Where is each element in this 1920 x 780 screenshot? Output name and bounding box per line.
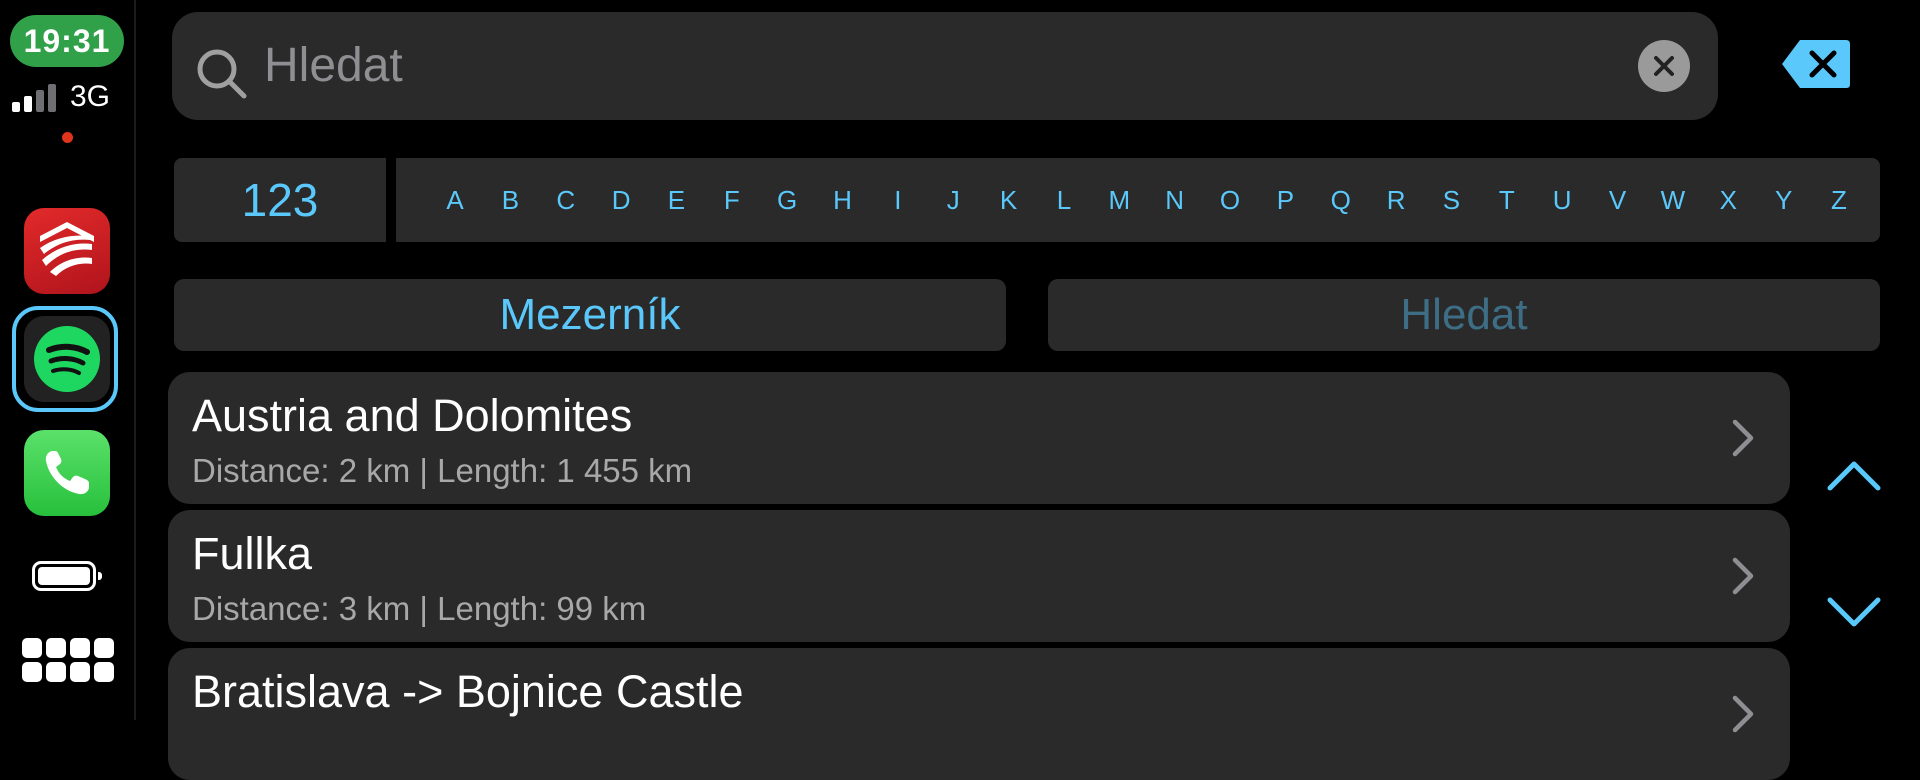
scroll-down-button[interactable] [1826,596,1882,630]
letter-key-v[interactable]: V [1603,185,1633,216]
search-button[interactable]: Hledat [1048,279,1880,351]
letter-key-p[interactable]: P [1270,185,1300,216]
letter-key-o[interactable]: O [1215,185,1245,216]
letter-key-d[interactable]: D [606,185,636,216]
search-input[interactable]: Hledat [264,12,403,120]
letter-key-i[interactable]: I [883,185,913,216]
letter-key-q[interactable]: Q [1326,185,1356,216]
letter-key-h[interactable]: H [828,185,858,216]
result-subtitle: Distance: 3 km | Length: 99 km [192,590,647,627]
result-title: Austria and Dolomites [192,390,633,441]
letter-key-c[interactable]: C [551,185,581,216]
letter-key-w[interactable]: W [1658,185,1688,216]
numbers-key[interactable]: 123 [174,158,386,242]
signal-bar-icon [24,96,32,112]
scroll-up-button[interactable] [1826,458,1882,492]
spotify-icon[interactable] [24,316,110,402]
signal-indicator: 3G [12,76,110,112]
result-title: Fullka [192,528,313,579]
result-subtitle: Distance: 2 km | Length: 1 455 km [192,452,693,489]
network-type: 3G [70,80,111,113]
letter-key-b[interactable]: B [495,185,525,216]
letter-key-e[interactable]: E [661,185,691,216]
status-time: 19:31 [10,15,124,67]
signal-bar-icon [36,90,44,112]
letter-key-j[interactable]: J [938,185,968,216]
letter-key-g[interactable]: G [772,185,802,216]
letter-key-f[interactable]: F [717,185,747,216]
letter-key-a[interactable]: A [440,185,470,216]
search-field[interactable]: Hledat [172,12,1718,120]
letter-key-t[interactable]: T [1492,185,1522,216]
chevron-right-icon [1732,557,1754,595]
phone-icon[interactable] [24,430,110,516]
letter-key-s[interactable]: S [1436,185,1466,216]
letter-key-k[interactable]: K [994,185,1024,216]
red-app-icon[interactable] [24,208,110,294]
letter-keys: A B C D E F G H I J K L M N O P Q R S T … [396,158,1880,242]
space-button[interactable]: Mezerník [174,279,1006,351]
chevron-right-icon [1732,419,1754,457]
signal-bar-icon [48,84,56,112]
letter-key-y[interactable]: Y [1769,185,1799,216]
letter-key-r[interactable]: R [1381,185,1411,216]
close-icon [1654,56,1674,76]
letter-key-n[interactable]: N [1160,185,1190,216]
battery-icon [32,561,102,591]
search-icon [197,49,247,99]
backspace-icon[interactable] [1780,38,1852,90]
result-row[interactable]: Bratislava -> Bojnice Castle [168,648,1790,780]
letter-key-m[interactable]: M [1104,185,1134,216]
carplay-dock: 19:31 3G [0,0,136,720]
clear-search-button[interactable] [1638,40,1690,92]
result-title: Bratislava -> Bojnice Castle [192,666,744,717]
letter-key-l[interactable]: L [1049,185,1079,216]
result-row[interactable]: Fullka Distance: 3 km | Length: 99 km [168,510,1790,642]
signal-bar-icon [12,102,20,112]
result-row[interactable]: Austria and Dolomites Distance: 2 km | L… [168,372,1790,504]
recording-indicator-icon [62,132,73,143]
app-grid-icon[interactable] [22,638,114,686]
letter-key-x[interactable]: X [1713,185,1743,216]
letter-key-z[interactable]: Z [1824,185,1854,216]
chevron-right-icon [1732,695,1754,733]
letter-key-u[interactable]: U [1547,185,1577,216]
